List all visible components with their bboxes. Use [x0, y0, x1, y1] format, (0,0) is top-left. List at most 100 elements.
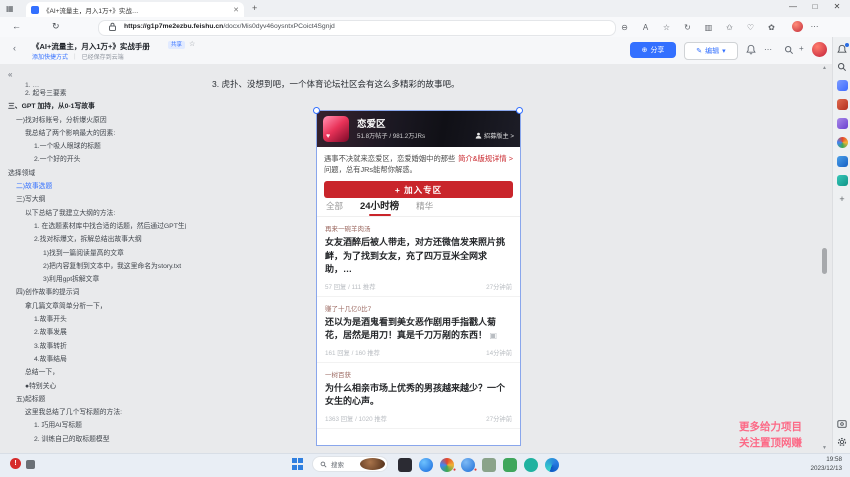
start-button[interactable]	[292, 458, 304, 470]
outline-item[interactable]: 1.故事开头	[0, 313, 186, 326]
sidebar-app-icon[interactable]	[837, 137, 848, 148]
taskbar-search[interactable]: 搜索	[312, 456, 388, 472]
search-highlight-image[interactable]	[360, 458, 385, 470]
outline-item[interactable]: 选择领域	[0, 167, 186, 180]
outline-item[interactable]: 二)故事选题	[0, 180, 186, 193]
notification-bell-icon[interactable]	[746, 44, 756, 55]
refresh-button[interactable]: ↻	[52, 21, 60, 32]
browser-tab[interactable]: 《AI+流量主，月入1万+》实战… ✕	[26, 2, 244, 17]
outline-item[interactable]: 2)把内容复制到文本中，我这里命名为story.txt	[0, 260, 186, 273]
taskbar-app-icon[interactable]	[503, 458, 517, 472]
sidebar-search-icon[interactable]	[837, 62, 847, 72]
outline-item[interactable]: 五)起标题	[0, 393, 186, 406]
scroll-up-icon[interactable]: ▲	[822, 65, 827, 71]
taskbar-app-icon[interactable]	[545, 458, 559, 472]
recruit-moderator-link[interactable]: 招募版主 >	[475, 131, 514, 140]
collapse-outline-icon[interactable]: «	[8, 70, 12, 79]
rules-detail-link[interactable]: 简介&版规详情 >	[458, 153, 513, 164]
outline-item[interactable]: 3.故事转折	[0, 340, 186, 353]
new-tab-button[interactable]: +	[252, 3, 257, 13]
outline-item[interactable]: 四)创作故事的提示词	[0, 286, 186, 299]
outline-item[interactable]: 3)利用gpt拆解文章	[0, 273, 186, 286]
screenshot-tool-icon[interactable]	[837, 419, 847, 429]
browser-profile-avatar[interactable]	[792, 21, 803, 32]
outline-item[interactable]: 总结一下，	[0, 366, 186, 379]
sidebar-app-icon[interactable]	[837, 175, 848, 186]
edit-dropdown-button[interactable]: ✎ 编辑 ▾	[684, 42, 738, 60]
taskbar-app-icon[interactable]	[398, 458, 412, 472]
window-close-button[interactable]: ✕	[828, 2, 846, 11]
sidebar-app-icon[interactable]	[837, 80, 848, 91]
post-topic-tag[interactable]: 一树百获	[325, 369, 512, 379]
navbar-tool-icon[interactable]: ⊖	[618, 23, 631, 32]
outline-item[interactable]: 1. 在选题素材库中找合适的话题，然后通过GPT生成大	[0, 220, 186, 233]
embedded-screenshot[interactable]: ♥ 恋爱区 51.8万帖子 / 981.2万JRs 招募版主 > 简介&版规详情…	[316, 110, 521, 446]
post-item[interactable]: 赚了十几亿0比7 还以为是酒鬼看到美女恶作剧用手指戳人菊花，居然是用刀！真是千刀…	[317, 297, 520, 363]
outline-item[interactable]: 三)写大纲	[0, 193, 186, 206]
settings-gear-icon[interactable]	[837, 437, 847, 447]
scrollbar-thumb[interactable]	[822, 248, 827, 274]
post-topic-tag[interactable]: 赚了十几亿0比7	[325, 303, 512, 313]
doc-paragraph[interactable]: 3. 虎扑、没想到吧，一个体育论坛社区会有这么多精彩的故事吧。	[212, 78, 772, 90]
sidebar-app-icon[interactable]	[837, 156, 848, 167]
tray-app-icon[interactable]	[26, 460, 35, 469]
outline-item[interactable]: 三、GPT 加持，从0-1写故事	[0, 100, 186, 113]
selection-handle[interactable]	[313, 107, 320, 114]
back-button[interactable]: ←	[12, 21, 21, 31]
outline-item[interactable]: 1.一个吸人眼球的标题	[0, 140, 186, 153]
taskbar-app-icon[interactable]: ●	[440, 458, 454, 472]
window-minimize-button[interactable]: —	[784, 2, 802, 11]
doc-back-chevron[interactable]: ‹	[13, 43, 16, 53]
post-tab[interactable]: 精华	[416, 200, 433, 216]
outline-item[interactable]: 拿几篇文章简单分析一下，	[0, 300, 186, 313]
browser-menu-icon[interactable]: ⋯	[808, 22, 821, 31]
scroll-down-icon[interactable]: ▼	[822, 445, 827, 451]
header-more-icon[interactable]: ⋯	[764, 45, 772, 54]
navbar-tool-icon[interactable]: ▥	[702, 23, 715, 32]
url-text[interactable]: https://g1p7me2ezbu.feishu.cn/docx/Mis0d…	[124, 23, 335, 30]
outline-item[interactable]: 2.找对标爆文，拆解总结出故事大纲	[0, 233, 186, 246]
outline-item[interactable]: 2. 起号三要素	[0, 87, 186, 100]
sidebar-bell-icon[interactable]	[837, 44, 847, 55]
user-avatar[interactable]	[812, 42, 827, 57]
navbar-tool-icon[interactable]: ♡	[744, 23, 757, 32]
post-tab[interactable]: 全部	[326, 200, 343, 216]
taskbar-app-icon[interactable]: ●	[461, 458, 475, 472]
outline-item[interactable]: 这里我总结了几个写标题的方法:	[0, 406, 186, 419]
outline-item[interactable]: 我总结了两个影响最大的因素:	[0, 127, 186, 140]
navbar-tool-icon[interactable]: ↻	[681, 23, 694, 32]
sidebar-add-icon[interactable]: +	[839, 194, 844, 204]
post-item[interactable]: 一树百获 为什么相亲市场上优秀的男孩越来越少？一个女生的心声。 1363 回复 …	[317, 363, 520, 429]
taskbar-app-icon[interactable]	[524, 458, 538, 472]
join-community-button[interactable]: + 加入专区	[324, 181, 513, 198]
navbar-tool-icon[interactable]: ✿	[765, 23, 778, 32]
outline-item[interactable]: 1. 巧用AI写标题	[0, 419, 186, 432]
outline-item[interactable]: 4.故事结局	[0, 353, 186, 366]
post-tab[interactable]: 24小时榜	[360, 198, 399, 216]
outline-item[interactable]: 一)找对标账号，分析爆火原因	[0, 114, 186, 127]
post-item[interactable]: 再来一碗羊肉汤 女友酒醉后被人带走，对方还微信发来照片挑衅，为了找到女友，充了四…	[317, 217, 520, 297]
doc-scrollbar[interactable]: ▲ ▼	[821, 64, 829, 453]
outline-item[interactable]: 2.一个好的开头	[0, 153, 186, 166]
post-topic-tag[interactable]: 再来一碗羊肉汤	[325, 223, 512, 233]
share-button[interactable]: ⊕ 分享	[630, 42, 676, 58]
outline-item[interactable]: 2. 训练自己的取标题模型	[0, 433, 186, 446]
sidebar-app-icon[interactable]	[837, 118, 848, 129]
tab-close-icon[interactable]: ✕	[233, 6, 239, 14]
navbar-tool-icon[interactable]: ✩	[723, 23, 736, 32]
sidebar-app-icon[interactable]	[837, 99, 848, 110]
outline-item[interactable]: 以下总结了我建立大纲的方法:	[0, 207, 186, 220]
taskbar-app-icon[interactable]	[419, 458, 433, 472]
navbar-tool-icon[interactable]: ☆	[660, 23, 673, 32]
outline-item[interactable]: 2.故事发展	[0, 326, 186, 339]
doc-star-icon[interactable]: ☆	[189, 40, 195, 48]
outline-item[interactable]: ●特别关心	[0, 380, 186, 393]
outline-item[interactable]: 1)找到一篇阅读量高的文章	[0, 247, 186, 260]
add-shortcut-link[interactable]: 添加快捷方式	[32, 52, 68, 61]
taskbar-clock[interactable]: 19:58 2023/12/13	[810, 456, 842, 473]
taskbar-app-icon[interactable]	[482, 458, 496, 472]
navbar-tool-icon[interactable]: A	[639, 23, 652, 32]
selection-handle[interactable]	[516, 107, 523, 114]
search-icon[interactable]	[784, 45, 794, 55]
tab-actions-icon[interactable]: ▦	[6, 4, 14, 13]
